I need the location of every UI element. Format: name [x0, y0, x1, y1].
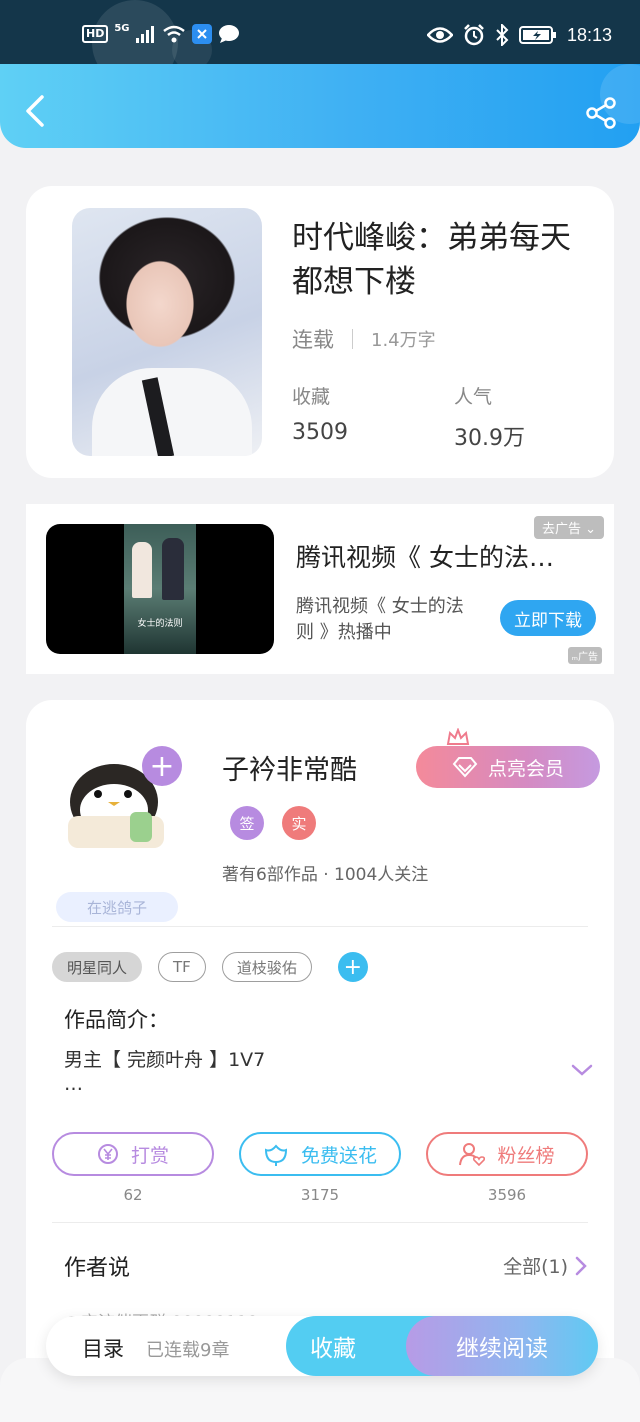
chevron-down-icon — [571, 1064, 593, 1076]
follow-author-button[interactable]: + — [142, 746, 182, 786]
book-title: 时代峰峻：弟弟每天都想下楼 — [292, 220, 571, 300]
popularity-label: 人气 — [454, 386, 493, 408]
book-info-card: 时代峰峻：弟弟每天都想下楼 连载 1.4万字 收藏 3509 人气 30.9万 — [26, 186, 614, 478]
status-bar: HD 5G 18:13 — [0, 0, 640, 86]
chapter-count: 已连载9章 — [146, 1340, 230, 1361]
tip-label: 打赏 — [130, 1144, 169, 1167]
tag-chip[interactable]: TF — [158, 952, 206, 982]
divider — [352, 329, 353, 349]
share-icon — [586, 97, 616, 129]
crown-icon — [446, 728, 470, 745]
plus-icon: + — [343, 954, 363, 980]
word-count: 1.4万字 — [371, 330, 436, 351]
clock: 18:13 — [566, 24, 612, 45]
status-badge: 在逃鸽子 — [56, 892, 178, 922]
continue-reading-button[interactable]: 继续阅读 — [406, 1316, 598, 1376]
yen-icon — [97, 1144, 118, 1164]
flower-icon — [264, 1144, 287, 1166]
flower-count: 3175 — [300, 1186, 340, 1204]
bluetooth-icon — [496, 24, 509, 46]
signal-icon — [135, 26, 154, 43]
message-icon — [218, 25, 239, 43]
author-name[interactable]: 子衿非常酷 — [222, 748, 357, 787]
expand-intro-button[interactable] — [570, 1062, 594, 1082]
intro-heading: 作品简介： — [64, 1008, 169, 1032]
plus-icon: + — [149, 748, 175, 784]
verified-badge: 实 — [282, 806, 316, 840]
fan-count: 3596 — [487, 1186, 527, 1204]
tag-chip[interactable]: 明星同人 — [52, 952, 143, 982]
share-button[interactable] — [584, 96, 618, 130]
hd-icon: HD — [82, 25, 109, 43]
remove-ad-label: 去广告 — [541, 522, 581, 537]
alarm-icon — [464, 24, 484, 46]
table-of-contents-button[interactable]: 目录 — [82, 1333, 124, 1363]
author-stats: 著有6部作品 · 1004人关注 — [222, 865, 429, 885]
popularity-count: 30.9万 — [454, 426, 525, 451]
divider — [52, 1222, 588, 1223]
vip-button[interactable]: 点亮会员 — [416, 746, 600, 788]
author-card: + 在逃鸽子 子衿非常酷 点亮会员 签 实 著有6部作品 · 1004人关注 明… — [26, 700, 614, 1422]
link-app-icon — [191, 24, 212, 44]
serial-status: 连载 — [292, 328, 334, 352]
wifi-icon — [162, 25, 185, 43]
back-button[interactable] — [20, 94, 50, 128]
ad-label: ₘ广告 — [567, 647, 602, 664]
see-all-button[interactable]: 全部(1) — [503, 1252, 588, 1279]
remove-ad-button[interactable]: 去广告 ⌄ — [533, 516, 604, 539]
ad-banner[interactable]: 女士的法则 去广告 ⌄ 腾讯视频《 女士的法… 腾讯视频《 女士的法则 》热播中… — [26, 504, 614, 674]
tip-button[interactable]: 打赏 — [52, 1132, 214, 1176]
add-tag-button[interactable]: + — [337, 952, 368, 982]
network-label: 5G — [114, 22, 130, 34]
chevron-right-icon — [575, 1256, 587, 1275]
book-status-row: 连载 1.4万字 — [292, 324, 436, 354]
favorites-count: 3509 — [292, 420, 348, 445]
signed-badge: 签 — [230, 806, 264, 840]
tag-list: 明星同人 TF 道枝骏佑 + — [52, 952, 368, 982]
diamond-icon — [452, 757, 478, 778]
vip-label: 点亮会员 — [487, 757, 564, 780]
book-cover[interactable] — [72, 208, 262, 456]
battery-icon — [518, 26, 556, 44]
ad-description: 腾讯视频《 女士的法则 》热播中 — [296, 596, 464, 643]
eye-icon — [426, 27, 453, 43]
tip-count: 62 — [123, 1186, 143, 1204]
send-flower-label: 免费送花 — [300, 1144, 377, 1167]
divider — [52, 926, 588, 927]
ad-title: 腾讯视频《 女士的法… — [296, 543, 554, 572]
fan-ranking-label: 粉丝榜 — [497, 1144, 555, 1167]
poster-title: 女士的法则 — [137, 619, 183, 629]
fan-ranking-button[interactable]: 粉丝榜 — [426, 1132, 588, 1176]
intro-text: 男主【 完颜叶舟 】1V7 … — [64, 1049, 266, 1095]
see-all-label: 全部(1) — [503, 1256, 568, 1278]
ad-poster: 女士的法则 — [124, 524, 196, 654]
author-says-heading: 作者说 — [64, 1256, 131, 1281]
tag-chip[interactable]: 道枝骏佑 — [221, 952, 312, 982]
ad-video-thumbnail[interactable]: 女士的法则 — [46, 524, 274, 654]
favorites-label: 收藏 — [292, 386, 331, 408]
favorites-button-label: 收藏 — [310, 1336, 356, 1362]
continue-reading-label: 继续阅读 — [456, 1336, 548, 1362]
send-flower-button[interactable]: 免费送花 — [239, 1132, 401, 1176]
top-header — [0, 64, 640, 148]
bottom-action-bar: 目录 已连载9章 收藏 继续阅读 — [46, 1316, 598, 1376]
chevron-left-icon — [26, 95, 44, 127]
download-button[interactable]: 立即下载 — [500, 600, 596, 636]
fans-icon — [459, 1143, 486, 1166]
